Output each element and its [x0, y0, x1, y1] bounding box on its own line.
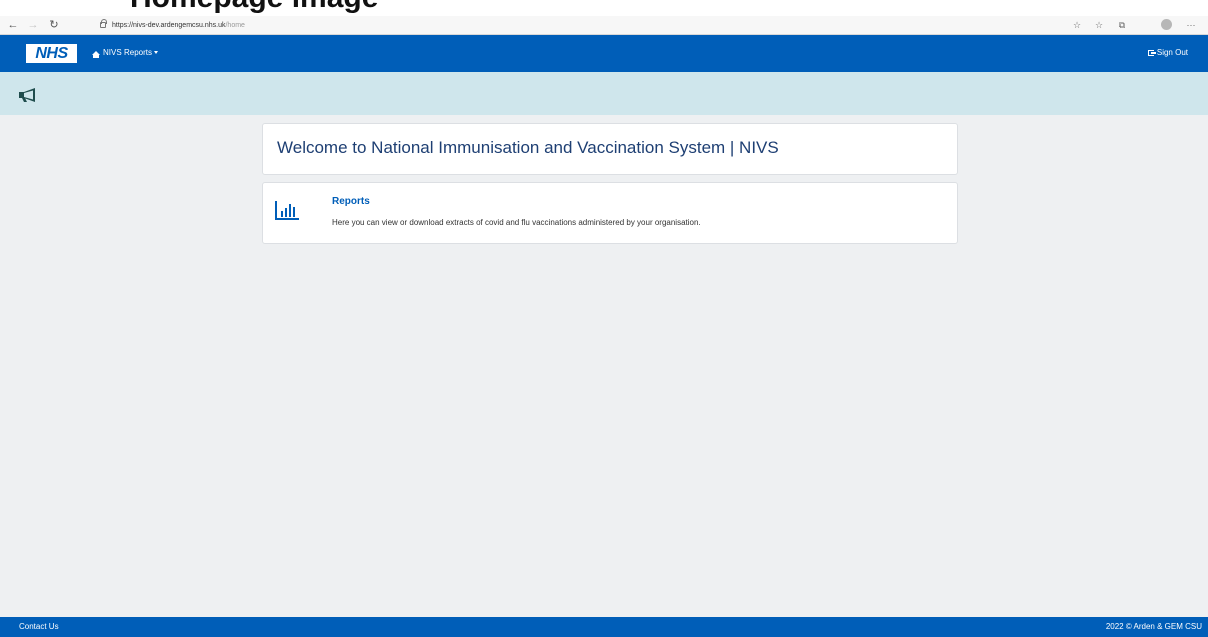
nav-home-label: NIVS — [103, 48, 122, 57]
home-icon — [92, 51, 100, 58]
profile-avatar[interactable] — [1161, 19, 1172, 30]
lock-icon — [100, 19, 107, 28]
browser-toolbar: ← → ↻ https://nivs-dev.ardengemcsu.nhs.u… — [0, 16, 1208, 35]
refresh-icon[interactable]: ↻ — [47, 18, 61, 32]
caret-down-icon — [154, 51, 159, 54]
reports-description: Here you can view or download extracts o… — [332, 218, 701, 227]
nav-home-link[interactable]: NIVS — [92, 48, 122, 58]
heading-fragment: Homepage image — [130, 0, 378, 15]
page: Homepage image ← → ↻ https://nivs-dev.ar… — [0, 0, 1208, 637]
cropped-heading: Homepage image — [0, 0, 1208, 16]
nav-reports-label: Reports — [124, 48, 153, 57]
copyright-text: 2022 © Arden & GEM CSU — [1105, 622, 1202, 631]
bar-chart-icon[interactable] — [274, 199, 300, 221]
reports-card: Reports Here you can view or download ex… — [262, 182, 958, 244]
megaphone-icon[interactable] — [18, 87, 38, 103]
footer: Contact Us 2022 © Arden & GEM CSU — [0, 617, 1208, 637]
welcome-title: Welcome to National Immunisation and Vac… — [277, 138, 779, 157]
sign-out-label: Sign Out — [1156, 48, 1188, 57]
forward-icon[interactable]: → — [26, 18, 40, 32]
favorites-icon[interactable]: ☆ — [1092, 18, 1106, 32]
announcement-bar — [0, 72, 1208, 115]
nhs-navbar: NHS NIVS Reports Sign Out — [0, 35, 1208, 72]
address-bar[interactable]: https://nivs-dev.ardengemcsu.nhs.uk/home — [98, 18, 305, 33]
main-content: Welcome to National Immunisation and Vac… — [0, 115, 1208, 617]
url-path: /home — [225, 22, 245, 29]
back-icon[interactable]: ← — [6, 18, 20, 32]
sign-out-icon — [1147, 50, 1156, 56]
more-options-icon[interactable]: ··· — [1184, 18, 1198, 32]
nhs-logo[interactable]: NHS — [26, 44, 77, 63]
collections-icon[interactable]: ⧉ — [1115, 18, 1129, 32]
url-host: https://nivs-dev.ardengemcsu.nhs.uk — [112, 22, 226, 29]
read-aloud-icon[interactable]: ☆ — [1070, 18, 1084, 32]
nav-reports-dropdown[interactable]: Reports — [124, 48, 159, 57]
reports-link[interactable]: Reports — [332, 196, 370, 207]
welcome-card: Welcome to National Immunisation and Vac… — [262, 123, 958, 175]
sign-out-link[interactable]: Sign Out — [1147, 48, 1188, 57]
contact-us-link[interactable]: Contact Us — [19, 617, 59, 637]
